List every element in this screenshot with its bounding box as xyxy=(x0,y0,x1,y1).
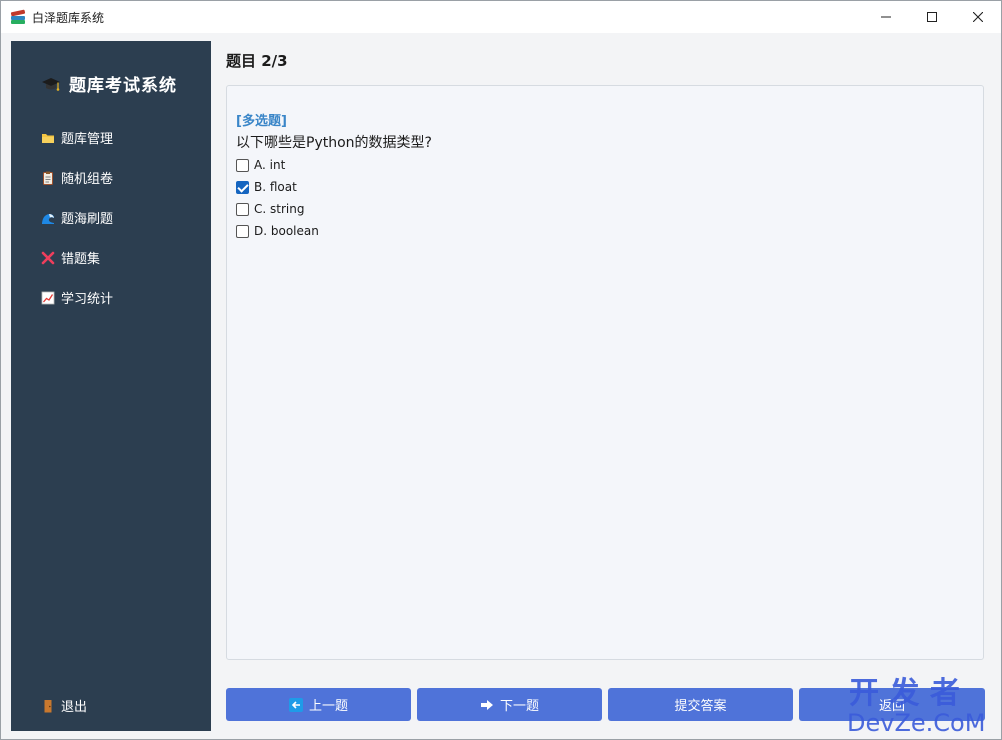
question-progress-title: 题目 2/3 xyxy=(226,52,288,70)
clipboard-icon xyxy=(41,170,55,185)
books-app-icon xyxy=(10,9,26,25)
close-button[interactable] xyxy=(955,1,1001,33)
next-question-label: 下一题 xyxy=(499,699,539,714)
option-label: D. boolean xyxy=(254,224,319,238)
sidebar-item-label: 错题集 xyxy=(61,251,101,267)
option-b[interactable]: B. float xyxy=(236,178,297,196)
sidebar: 题库考试系统 题库管理 随机组卷 题海刷题 错题集 学习统计 退出 xyxy=(11,41,211,731)
sidebar-item-question-bank[interactable]: 题库管理 xyxy=(41,126,113,148)
sidebar-brand: 题库考试系统 xyxy=(41,71,177,96)
folder-icon xyxy=(41,130,55,144)
cross-mark-icon xyxy=(41,250,55,265)
option-d[interactable]: D. boolean xyxy=(236,222,319,240)
sidebar-item-label: 题库管理 xyxy=(61,131,114,147)
door-icon xyxy=(41,698,55,713)
back-button[interactable]: 返回 xyxy=(799,688,985,721)
minimize-button[interactable] xyxy=(863,1,909,33)
sidebar-brand-title: 题库考试系统 xyxy=(69,76,177,96)
window-title: 白泽题库系统 xyxy=(32,10,105,25)
chart-icon xyxy=(41,290,55,305)
title-bar: 白泽题库系统 xyxy=(1,1,1001,33)
next-question-button[interactable]: 下一题 xyxy=(417,688,602,721)
sidebar-item-wrong-questions[interactable]: 错题集 xyxy=(41,246,100,268)
checkbox-icon[interactable] xyxy=(236,224,249,238)
question-panel: [多选题] 以下哪些是Python的数据类型? A. int B. float … xyxy=(226,85,984,660)
graduation-cap-icon xyxy=(41,74,61,94)
right-arrow-icon xyxy=(480,699,494,711)
wave-icon xyxy=(41,210,55,224)
option-a[interactable]: A. int xyxy=(236,156,285,174)
sidebar-item-label: 学习统计 xyxy=(61,291,114,307)
checkbox-checked-icon[interactable] xyxy=(236,180,249,194)
close-icon xyxy=(973,12,983,22)
previous-question-button[interactable]: 上一题 xyxy=(226,688,411,721)
question-type-label: [多选题] xyxy=(236,114,287,129)
question-text: 以下哪些是Python的数据类型? xyxy=(236,135,432,151)
window-controls xyxy=(863,1,1001,33)
minimize-icon xyxy=(881,16,891,18)
back-label: 返回 xyxy=(878,699,905,714)
left-arrow-icon xyxy=(288,697,303,712)
option-c[interactable]: C. string xyxy=(236,200,304,218)
previous-question-label: 上一题 xyxy=(308,699,348,714)
maximize-icon xyxy=(927,12,937,22)
option-label: A. int xyxy=(254,158,286,172)
option-label: B. float xyxy=(254,180,297,194)
sidebar-item-label: 随机组卷 xyxy=(61,171,114,187)
checkbox-icon[interactable] xyxy=(236,158,249,172)
sidebar-item-label: 题海刷题 xyxy=(61,211,114,227)
checkbox-icon[interactable] xyxy=(236,202,249,216)
sidebar-item-practice[interactable]: 题海刷题 xyxy=(41,206,113,228)
option-label: C. string xyxy=(254,202,305,216)
maximize-button[interactable] xyxy=(909,1,955,33)
app-window: 白泽题库系统 题库考试系统 题库管理 随机组卷 题海刷题 错题集 学习统计 退出… xyxy=(0,0,1002,740)
sidebar-item-statistics[interactable]: 学习统计 xyxy=(41,286,113,308)
submit-answer-label: 提交答案 xyxy=(674,699,727,714)
sidebar-item-random-paper[interactable]: 随机组卷 xyxy=(41,166,113,188)
sidebar-item-exit[interactable]: 退出 xyxy=(41,694,87,716)
sidebar-item-label: 退出 xyxy=(61,699,88,715)
submit-answer-button[interactable]: 提交答案 xyxy=(608,688,793,721)
